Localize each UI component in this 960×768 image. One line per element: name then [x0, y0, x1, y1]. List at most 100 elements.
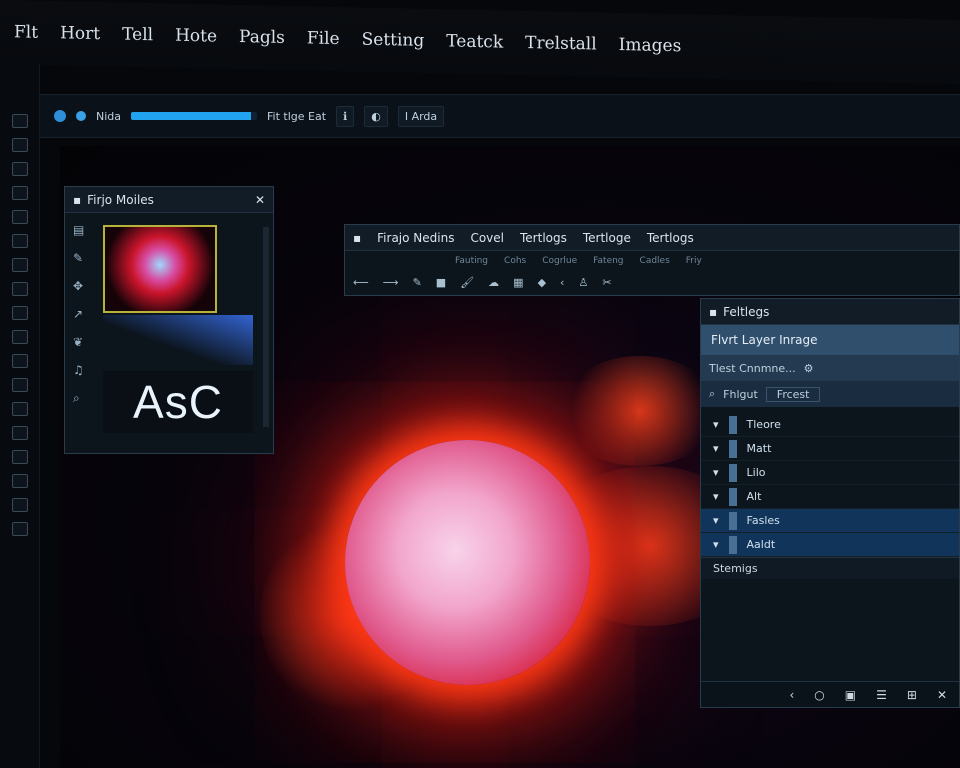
leaf-icon[interactable]: ❦	[73, 335, 95, 349]
pencil-icon[interactable]: ✎	[413, 276, 422, 289]
chevron-left-icon[interactable]: ‹	[560, 276, 564, 289]
zoom-tool-icon[interactable]	[11, 450, 28, 464]
settings-icon[interactable]: ⚙	[804, 362, 814, 375]
layer-thumb	[728, 415, 737, 434]
visibility-icon[interactable]: ▾	[713, 442, 719, 455]
circle-icon[interactable]: ○	[814, 688, 824, 702]
menu-hote[interactable]: Hote	[175, 26, 217, 47]
tab-tertloge[interactable]: Tertloge	[583, 231, 631, 245]
arrow-icon[interactable]: ↗	[73, 307, 95, 321]
grid-tool-icon[interactable]	[11, 474, 28, 488]
filter-icon[interactable]: ⌕	[709, 387, 715, 401]
layer-row[interactable]: ▾ Lilo	[701, 461, 959, 485]
menu-file[interactable]: File	[307, 28, 340, 49]
new-layer-icon[interactable]: ⊞	[907, 688, 917, 702]
close-icon[interactable]: ✕	[255, 193, 265, 207]
subtab-6[interactable]: Friy	[686, 256, 702, 266]
text-tool-icon[interactable]	[11, 282, 28, 296]
visibility-icon[interactable]: ▾	[713, 514, 719, 527]
beam-preview	[103, 315, 253, 365]
panel-mid-title: Firajo Nedins	[377, 230, 455, 245]
person-icon[interactable]: ♙	[578, 276, 588, 289]
red-star-image	[345, 440, 590, 685]
menu-images[interactable]: Images	[619, 35, 682, 56]
layer-icon[interactable]: ▣	[845, 688, 856, 702]
progress-bar	[131, 112, 258, 120]
menu-teatck[interactable]: Teatck	[446, 31, 503, 52]
brush-tool-icon[interactable]	[11, 138, 28, 152]
clone-tool-icon[interactable]	[11, 330, 28, 344]
settings-tool-icon[interactable]	[11, 522, 28, 536]
filter-select[interactable]: Frcest	[765, 386, 821, 402]
eraser-tool-icon[interactable]	[11, 162, 28, 176]
move-icon[interactable]: ✥	[73, 279, 95, 293]
layer-row[interactable]: ▾ Aaldt	[701, 533, 959, 557]
layers-tool-icon[interactable]	[11, 498, 28, 512]
panel-icon: ▪	[353, 230, 362, 245]
zoom-field[interactable]: I Arda	[397, 105, 445, 127]
square-icon[interactable]: ■	[436, 276, 446, 289]
panel-right-title: Feltlegs	[723, 304, 770, 319]
tab-tertlogs-2[interactable]: Tertlogs	[647, 231, 694, 245]
dodge-tool-icon[interactable]	[11, 402, 28, 416]
scrollbar[interactable]	[263, 227, 269, 427]
arrow-right-icon[interactable]: ⟶	[383, 276, 399, 289]
hand-tool-icon[interactable]	[11, 426, 28, 440]
tab-tertlogs-1[interactable]: Tertlogs	[520, 231, 567, 245]
gradient-tool-icon[interactable]	[11, 354, 28, 368]
select-tool-icon[interactable]	[11, 114, 28, 128]
blur-tool-icon[interactable]	[11, 378, 28, 392]
subtab-5[interactable]: Cadles	[640, 256, 670, 266]
list-icon[interactable]: ☰	[876, 688, 887, 702]
subtab-4[interactable]: Fateng	[593, 256, 623, 266]
arrow-left-icon[interactable]: ⟵	[353, 276, 369, 289]
menu-trelstall[interactable]: Trelstall	[525, 33, 597, 54]
info-icon[interactable]: ℹ	[336, 105, 355, 127]
music-icon[interactable]: ♫	[73, 363, 95, 377]
globe-icon[interactable]	[54, 110, 66, 122]
crop-tool-icon[interactable]	[11, 234, 28, 248]
palette-icon[interactable]: ◐	[364, 105, 388, 127]
layer-row[interactable]: ▾ Matt	[701, 437, 959, 461]
subtab-2[interactable]: Cohs	[504, 256, 526, 266]
thumbnail-preview[interactable]	[103, 225, 217, 313]
dot-icon[interactable]	[76, 111, 86, 121]
subtab-3[interactable]: Cogrlue	[542, 256, 577, 266]
tab-covel[interactable]: Covel	[470, 231, 504, 245]
layer-thumb	[728, 439, 737, 458]
visibility-icon[interactable]: ▾	[713, 418, 719, 431]
layer-row[interactable]: ▾ Fasles	[701, 509, 959, 533]
brush-icon[interactable]: ✎	[73, 251, 95, 265]
toolbar-label[interactable]: Nida	[96, 110, 121, 123]
menu-setting[interactable]: Setting	[362, 30, 425, 51]
visibility-icon[interactable]: ▾	[713, 490, 719, 503]
lasso-tool-icon[interactable]	[11, 210, 28, 224]
scissors-icon[interactable]: ✂	[602, 276, 611, 289]
panel-layers: ▪ Feltlegs Flvrt Layer Inrage Tlest Cnnmn…	[700, 298, 960, 708]
subtab-1[interactable]: Fauting	[455, 256, 488, 266]
menu-flt[interactable]: Flt	[14, 22, 38, 43]
footer-tab[interactable]: Stemigs	[701, 557, 959, 579]
filter-label: Fhlgut	[723, 387, 758, 401]
brush-icon[interactable]: 🖌	[460, 276, 474, 289]
menu-hort[interactable]: Hort	[60, 23, 100, 44]
grid-icon[interactable]: ▦	[513, 276, 523, 289]
shape-tool-icon[interactable]	[11, 306, 28, 320]
visibility-icon[interactable]: ▾	[713, 466, 719, 479]
chevron-left-icon[interactable]: ‹	[789, 688, 794, 702]
layer-row[interactable]: ▾ Tleore	[701, 413, 959, 437]
search-icon[interactable]: ⌕	[73, 391, 95, 406]
layers-icon[interactable]: ▤	[73, 223, 95, 237]
wand-tool-icon[interactable]	[11, 258, 28, 272]
delete-icon[interactable]: ✕	[937, 688, 947, 702]
layer-name: Aaldt	[746, 538, 776, 551]
pen-tool-icon[interactable]	[11, 186, 28, 200]
menu-tell[interactable]: Tell	[122, 25, 153, 46]
cloud-icon[interactable]: ☁	[488, 276, 499, 289]
visibility-icon[interactable]: ▾	[713, 538, 719, 551]
diamond-icon[interactable]: ◆	[538, 276, 546, 289]
fit-label[interactable]: Fit tlge Eat	[267, 110, 326, 123]
layer-subheader: Tlest Cnnmne...	[709, 361, 796, 375]
menu-pagls[interactable]: Pagls	[239, 27, 285, 48]
layer-row[interactable]: ▾ Alt	[701, 485, 959, 509]
